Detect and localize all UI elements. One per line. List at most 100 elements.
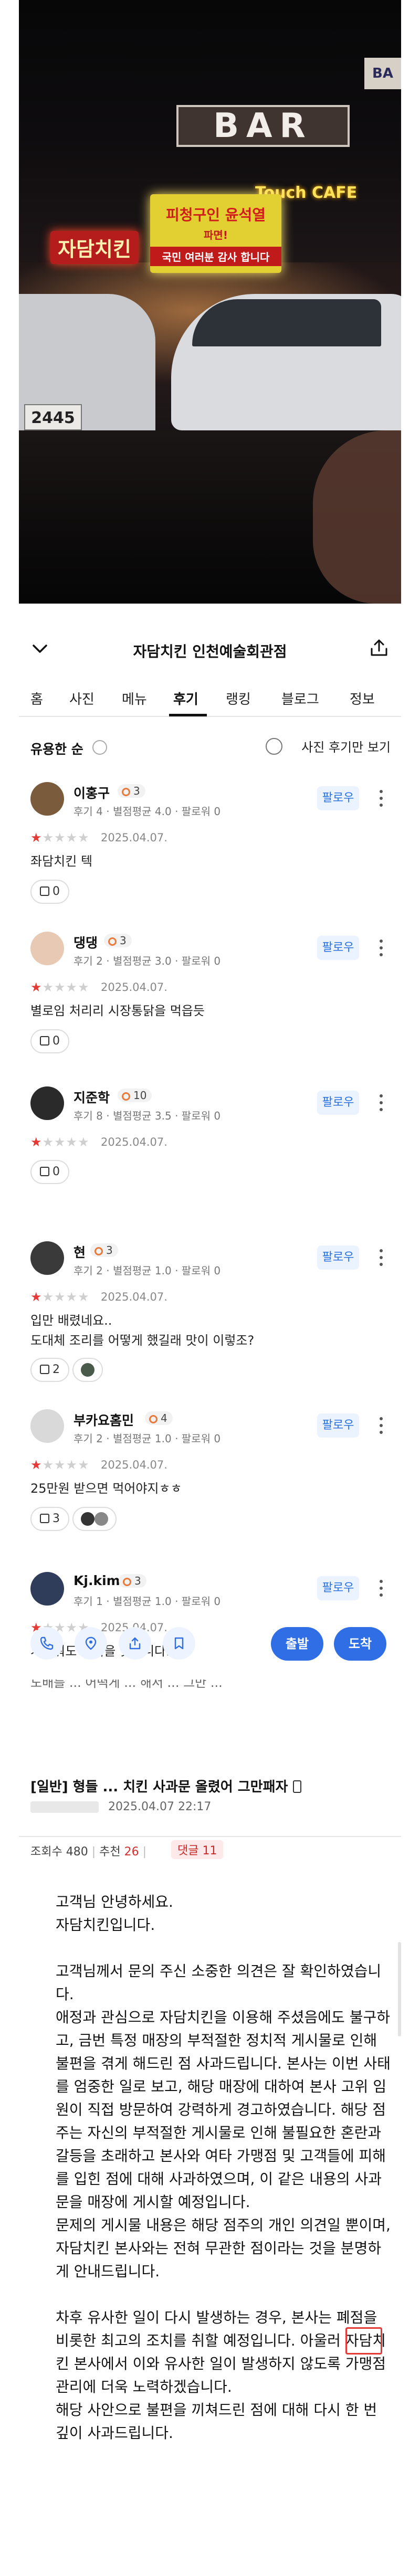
follow-button[interactable]: 팔로우 [317,1091,359,1115]
recommend-label: 추천 [99,1845,121,1859]
thumbs-up-icon [40,886,49,896]
star-icon: ★ [54,1290,66,1304]
like-button[interactable]: 0 [30,1029,69,1053]
star-rating: ★★★★★ [30,830,90,845]
star-icon: ★ [30,1458,43,1472]
mobile-icon [293,1780,302,1793]
more-icon[interactable] [379,939,383,957]
reviewer-name[interactable]: 지준학 [74,1088,110,1106]
body-paragraph-3: 문제의 게시물 내용은 해당 점주의 개인 의견일 뿐이며, 자담치킨 본사와는… [56,2216,391,2280]
like-button[interactable]: 2 [30,1358,69,1382]
reviewer-stats: 후기 8 · 별점평균 3.5 · 팔로워 0 [74,1110,221,1122]
star-rating: ★★★★★ [30,1458,90,1472]
call-button[interactable] [30,1627,63,1660]
body-paragraph-4-a: 차후 유사한 일이 다시 발생하는 경우, 본사는 [56,2309,332,2326]
review-text: 25만원 받으면 먹어야지ㅎㅎ [30,1481,182,1496]
reviewer-name[interactable]: Kj.kim [74,1573,120,1588]
tab-reviews[interactable]: 후기 [173,689,198,708]
like-button[interactable]: 3 [30,1507,69,1531]
chevron-down-icon[interactable] [92,740,107,755]
post-stats: 조회수 480 | 추천 26 | [30,1845,147,1859]
top-right-sign: BA [364,58,401,89]
more-icon[interactable] [379,789,383,807]
more-icon[interactable] [379,1094,383,1112]
scrollbar[interactable] [398,1942,401,2036]
level-value: 10 [133,1089,147,1102]
avatar[interactable] [30,1241,64,1275]
reviewer-name[interactable]: 댕댕 [74,933,98,952]
reaction-avatars[interactable] [72,1507,117,1531]
depart-button[interactable]: 출발 [271,1627,323,1661]
star-icon: ★ [42,1458,55,1472]
app-header: 자담치킨 인천예술회관점 [19,625,401,672]
avatar[interactable] [30,782,64,816]
car-window [192,299,381,346]
tab-info[interactable]: 정보 [350,689,375,708]
arrive-button[interactable]: 도착 [334,1627,386,1661]
level-value: 3 [134,1575,141,1587]
street-photo: BAR BA Touch CAFE 피청구인 윤석열 파면! 국민 여러분 감사… [19,0,401,604]
more-icon[interactable] [379,1249,383,1266]
star-icon: ★ [30,830,43,845]
level-icon [149,1415,158,1423]
level-badge: 3 [104,934,132,947]
post-date: 2025.04.07 22:17 [108,1800,212,1813]
thumbs-up-icon [40,1365,49,1374]
bar-sign: BAR [176,105,350,147]
comment-count-badge[interactable]: 댓글 11 [171,1840,224,1859]
reaction-avatars[interactable] [72,1358,103,1382]
follow-button[interactable]: 팔로우 [317,936,359,960]
avatar[interactable] [30,932,64,965]
sort-dropdown[interactable]: 유용한 순 [30,739,83,758]
body-paragraph-5: 해당 사안으로 불편을 끼쳐드린 점에 대해 다시 한 번 깊이 사과드립니다. [56,2401,377,2442]
tab-home[interactable]: 홈 [30,689,43,708]
like-button[interactable]: 0 [30,1160,69,1184]
star-icon: ★ [66,980,78,995]
follow-button[interactable]: 팔로우 [317,786,359,810]
closure-word: 폐점 [336,2309,364,2326]
star-icon: ★ [54,1135,66,1149]
reviewer-name[interactable]: 이홍구 [74,783,110,802]
view-count: 조회수 480 [30,1845,88,1859]
follow-button[interactable]: 팔로우 [317,1576,359,1600]
level-value: 3 [106,1244,113,1257]
post-title[interactable]: [일반] 형들 ... 치킨 사과문 올렸어 그만패자 [30,1776,302,1796]
photo-review-filter[interactable]: 사진 후기만 보기 [301,737,391,755]
follow-button[interactable]: 팔로우 [317,1413,359,1438]
reaction-avatar [81,1363,94,1377]
avatar[interactable] [30,1086,64,1120]
location-pin-icon [85,1637,97,1650]
tab-blog[interactable]: 블로그 [281,689,319,708]
like-count: 0 [52,885,60,898]
avatar[interactable] [30,1572,64,1606]
reviewer-name[interactable]: 부카요홈민 [74,1410,134,1429]
check-circle-icon[interactable] [266,738,282,755]
follow-button[interactable]: 팔로우 [317,1245,359,1270]
share-icon[interactable] [369,637,390,658]
star-rating: ★★★★★ [30,1135,90,1149]
share-button[interactable] [119,1627,151,1660]
star-icon: ★ [66,1458,78,1472]
more-icon[interactable] [379,1417,383,1434]
save-place-button[interactable] [75,1627,107,1660]
body-greeting-2: 자담치킨입니다. [56,1916,155,1934]
banner-line-1: 피청구인 윤석열 [165,206,266,224]
thumbs-up-icon [40,1514,49,1523]
star-icon: ★ [78,830,90,845]
star-icon: ★ [78,1458,90,1472]
bookmark-button[interactable] [163,1627,195,1660]
level-icon [94,1247,103,1255]
body-paragraph-4: 차후 유사한 일이 다시 발생하는 경우, 본사는 폐점을 비롯한 최고의 조치… [56,2306,392,2399]
tab-photos[interactable]: 사진 [69,689,94,708]
like-button[interactable]: 0 [30,880,69,904]
tab-ranking[interactable]: 랭킹 [226,689,251,708]
license-plate: 2445 [24,404,82,430]
level-value: 3 [120,934,127,947]
tab-menu[interactable]: 메뉴 [122,689,147,708]
avatar[interactable] [30,1409,64,1443]
review-date: 2025.04.07. [101,1291,167,1303]
level-value: 4 [161,1412,167,1424]
more-icon[interactable] [379,1579,383,1597]
reviewer-name[interactable]: 현 [74,1242,86,1261]
post-header: [일반] 형들 ... 치킨 사과문 올렸어 그만패자 2025.04.07 2… [19,1764,401,1837]
